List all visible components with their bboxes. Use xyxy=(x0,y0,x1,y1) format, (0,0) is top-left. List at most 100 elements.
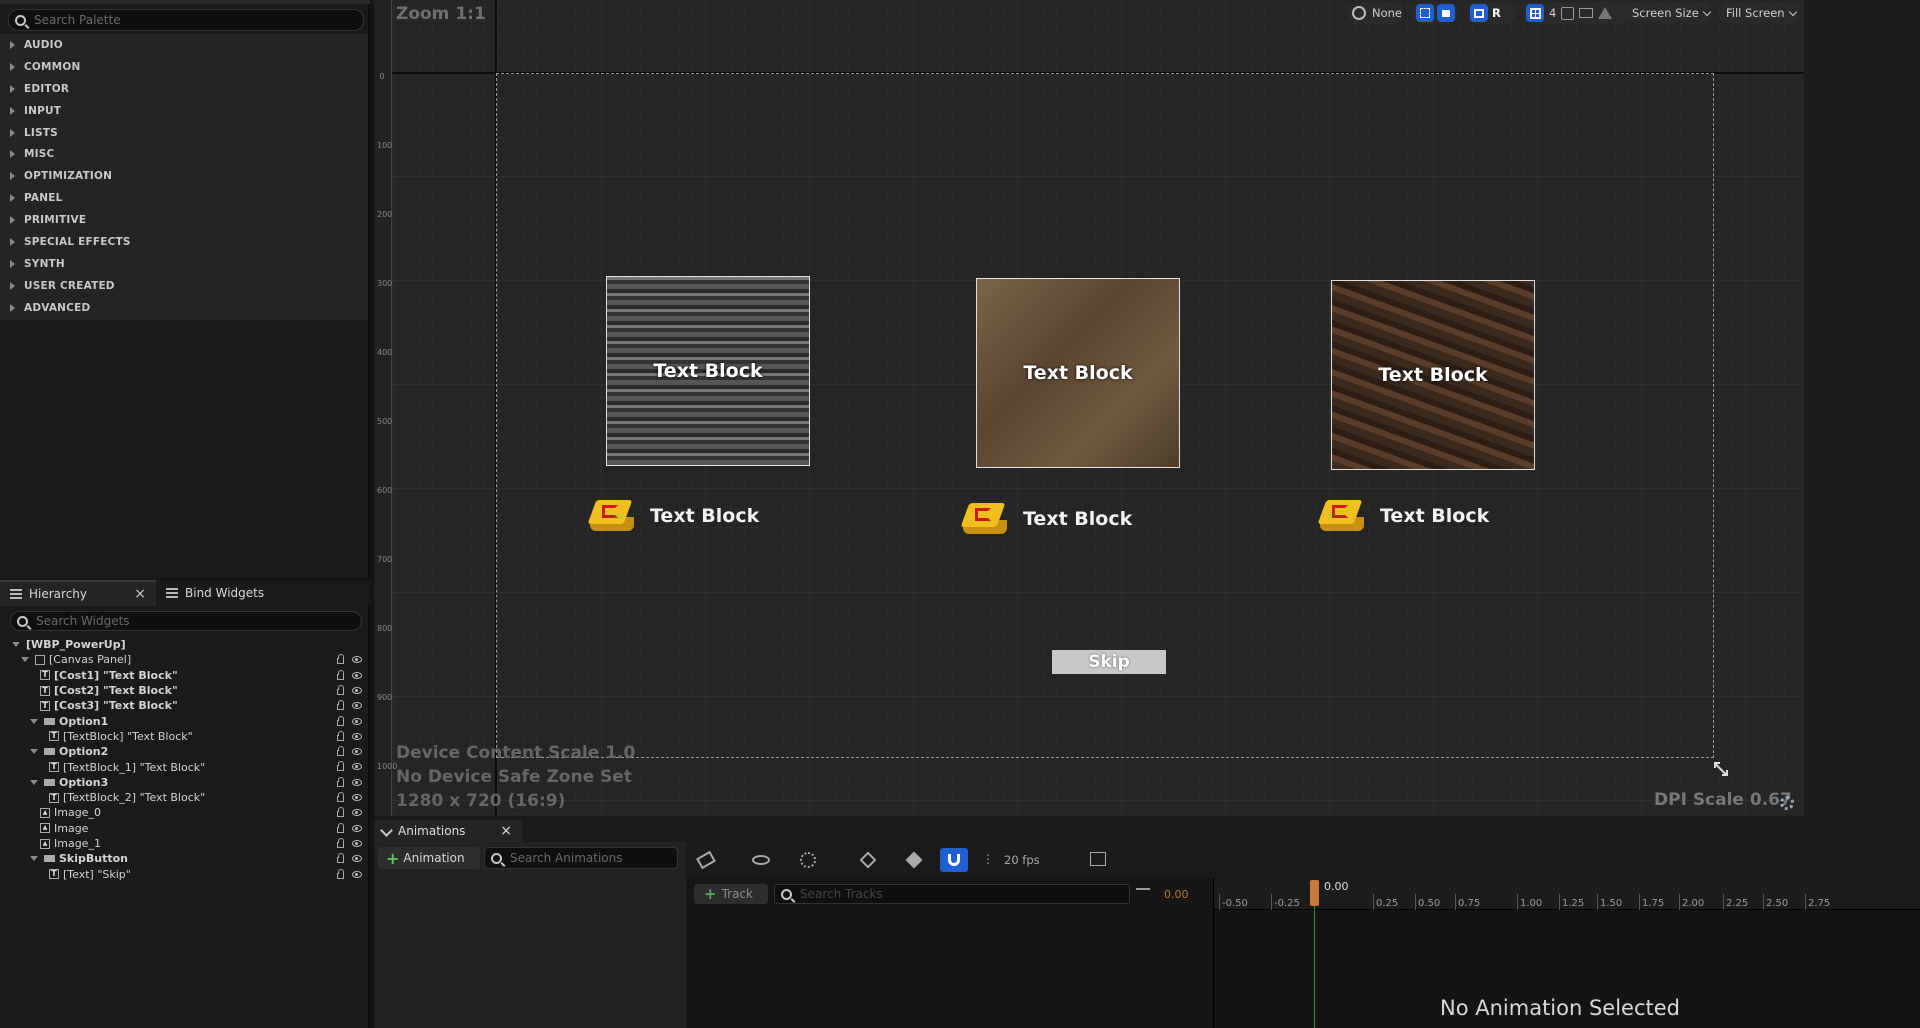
hierarchy-row[interactable]: Option3 xyxy=(0,775,368,790)
lock-icon[interactable] xyxy=(337,715,344,726)
eye-icon[interactable] xyxy=(352,794,362,801)
palette-category-item[interactable]: PANEL xyxy=(0,187,368,209)
eye-icon[interactable] xyxy=(352,671,362,679)
wrench-icon[interactable] xyxy=(696,850,716,870)
eye-icon[interactable] xyxy=(352,763,362,771)
palette-category-item[interactable]: SYNTH xyxy=(0,253,368,275)
eye-icon[interactable] xyxy=(352,686,362,694)
lock-icon[interactable] xyxy=(337,837,344,848)
hierarchy-row[interactable]: [Canvas Panel] xyxy=(0,652,368,667)
hierarchy-row[interactable]: ▲ Image_0 xyxy=(0,805,368,820)
skip-button[interactable]: Skip xyxy=(1052,650,1166,674)
lock-icon[interactable] xyxy=(337,761,344,772)
lock-icon[interactable] xyxy=(337,807,344,818)
option1-button[interactable]: Text Block xyxy=(606,276,810,466)
lock-icon[interactable] xyxy=(337,792,344,802)
hierarchy-row[interactable]: T [Cost3] "Text Block" xyxy=(0,698,368,713)
tab-bind-widgets[interactable]: Bind Widgets xyxy=(160,580,300,606)
tab-close-icon[interactable]: × xyxy=(134,586,146,602)
lock-icon[interactable] xyxy=(337,822,344,833)
palette-category-item[interactable]: COMMON xyxy=(0,56,368,78)
key-icon[interactable] xyxy=(905,851,923,869)
screen-size-dropdown[interactable]: Screen Size xyxy=(1624,2,1712,24)
resize-handle-icon[interactable] xyxy=(1714,762,1728,777)
eye-icon[interactable] xyxy=(352,824,362,832)
eye-icon[interactable] xyxy=(352,839,362,847)
lock-icon[interactable] xyxy=(337,684,344,695)
collapse-arrow-icon[interactable] xyxy=(30,856,38,862)
palette-category-item[interactable]: USER CREATED xyxy=(0,275,368,297)
track-search-input[interactable]: Search Tracks xyxy=(774,884,1130,904)
grid-snap-controls[interactable]: 4 xyxy=(1522,2,1630,24)
fill-screen-dropdown[interactable]: Fill Screen xyxy=(1718,2,1800,24)
keyframe-icon[interactable] xyxy=(859,851,877,869)
hierarchy-row[interactable]: ▲ Image_1 xyxy=(0,836,368,851)
grid-count[interactable]: 4 xyxy=(1549,6,1556,20)
collapse-arrow-icon[interactable] xyxy=(30,718,38,724)
add-animation-button[interactable]: + Animation xyxy=(378,847,480,869)
transform-mode-toggle[interactable]: R xyxy=(1466,2,1516,24)
eye-icon[interactable] xyxy=(352,748,362,756)
r-button[interactable]: R xyxy=(1492,6,1501,20)
palette-category-item[interactable]: LISTS xyxy=(0,122,368,144)
fps-dropdown[interactable]: 20 fps xyxy=(1004,853,1040,867)
add-track-button[interactable]: + Track xyxy=(694,884,768,904)
palette-category-item[interactable]: OPTIMIZATION xyxy=(0,165,368,187)
collapse-arrow-icon[interactable] xyxy=(30,749,38,755)
eye-icon[interactable] xyxy=(752,855,770,865)
lock-icon[interactable] xyxy=(337,868,344,879)
palette-category-item[interactable]: AUDIO xyxy=(0,34,368,56)
eye-icon[interactable] xyxy=(352,870,362,878)
hierarchy-row[interactable]: SkipButton xyxy=(0,851,368,866)
widget-search-input[interactable]: Search Widgets xyxy=(10,611,362,631)
palette-category-item[interactable]: INPUT xyxy=(0,100,368,122)
localization-preview-button[interactable]: None xyxy=(1348,2,1404,24)
outline-icon[interactable] xyxy=(1598,7,1613,19)
palette-category-item[interactable]: ADVANCED xyxy=(0,297,368,319)
hierarchy-row[interactable]: T [TextBlock_1] "Text Block" xyxy=(0,759,368,774)
tab-hierarchy[interactable]: Hierarchy × xyxy=(0,580,156,606)
more-options-icon[interactable]: ⋮ xyxy=(982,852,994,866)
hierarchy-row[interactable]: Option1 xyxy=(0,714,368,729)
option3-button[interactable]: Text Block xyxy=(1331,280,1535,470)
lock-icon[interactable] xyxy=(337,669,344,680)
eye-icon[interactable] xyxy=(352,855,362,863)
palette-category-item[interactable]: SPECIAL EFFECTS xyxy=(0,231,368,253)
palette-category-item[interactable]: MISC xyxy=(0,143,368,165)
background-image-icon[interactable] xyxy=(1579,8,1594,18)
eye-icon[interactable] xyxy=(352,656,362,664)
lock-icon[interactable] xyxy=(337,654,344,665)
lock-icon[interactable] xyxy=(337,730,344,741)
eye-icon[interactable] xyxy=(352,809,362,817)
gear-icon[interactable] xyxy=(1780,796,1794,810)
eye-icon[interactable] xyxy=(352,778,362,786)
hierarchy-row[interactable]: T [Cost1] "Text Block" xyxy=(0,668,368,683)
hierarchy-row[interactable]: Option2 xyxy=(0,744,368,759)
respect-locks-toggle[interactable] xyxy=(1412,2,1458,24)
hierarchy-row[interactable]: ▲ Image xyxy=(0,821,368,836)
palette-search-input[interactable]: Search Palette xyxy=(8,9,364,31)
lock-icon[interactable] xyxy=(337,700,344,711)
hierarchy-row[interactable]: T [Text] "Skip" xyxy=(0,867,368,882)
eye-icon[interactable] xyxy=(352,702,362,710)
curve-editor-icon[interactable] xyxy=(1090,852,1106,866)
hierarchy-row[interactable]: [WBP_PowerUp] xyxy=(0,637,368,652)
lock-icon[interactable] xyxy=(337,776,344,787)
lock-icon[interactable] xyxy=(337,746,344,757)
lock-icon[interactable] xyxy=(337,853,344,864)
tab-close-icon[interactable]: × xyxy=(500,823,512,839)
time-ruler[interactable]: -0.50 -0.25 0.25 0.50 0.75 1.00 1.25 1.50 1.75 2.… xyxy=(1214,878,1920,910)
hierarchy-row[interactable]: T [Cost2] "Text Block" xyxy=(0,683,368,698)
current-time-readout[interactable]: 0.00 xyxy=(1164,888,1189,901)
tab-animations[interactable]: Animations × xyxy=(374,820,522,842)
eye-icon[interactable] xyxy=(352,732,362,740)
magnet-snap-button[interactable] xyxy=(940,848,968,872)
eye-icon[interactable] xyxy=(352,717,362,725)
hierarchy-row[interactable]: T [TextBlock] "Text Block" xyxy=(0,729,368,744)
palette-category-item[interactable]: PRIMITIVE xyxy=(0,209,368,231)
select-cursor-icon[interactable] xyxy=(1561,6,1575,20)
collapse-arrow-icon[interactable] xyxy=(12,642,20,648)
playhead-handle[interactable] xyxy=(1310,880,1319,906)
settings-icon[interactable] xyxy=(800,852,816,868)
collapse-arrow-icon[interactable] xyxy=(21,657,29,663)
